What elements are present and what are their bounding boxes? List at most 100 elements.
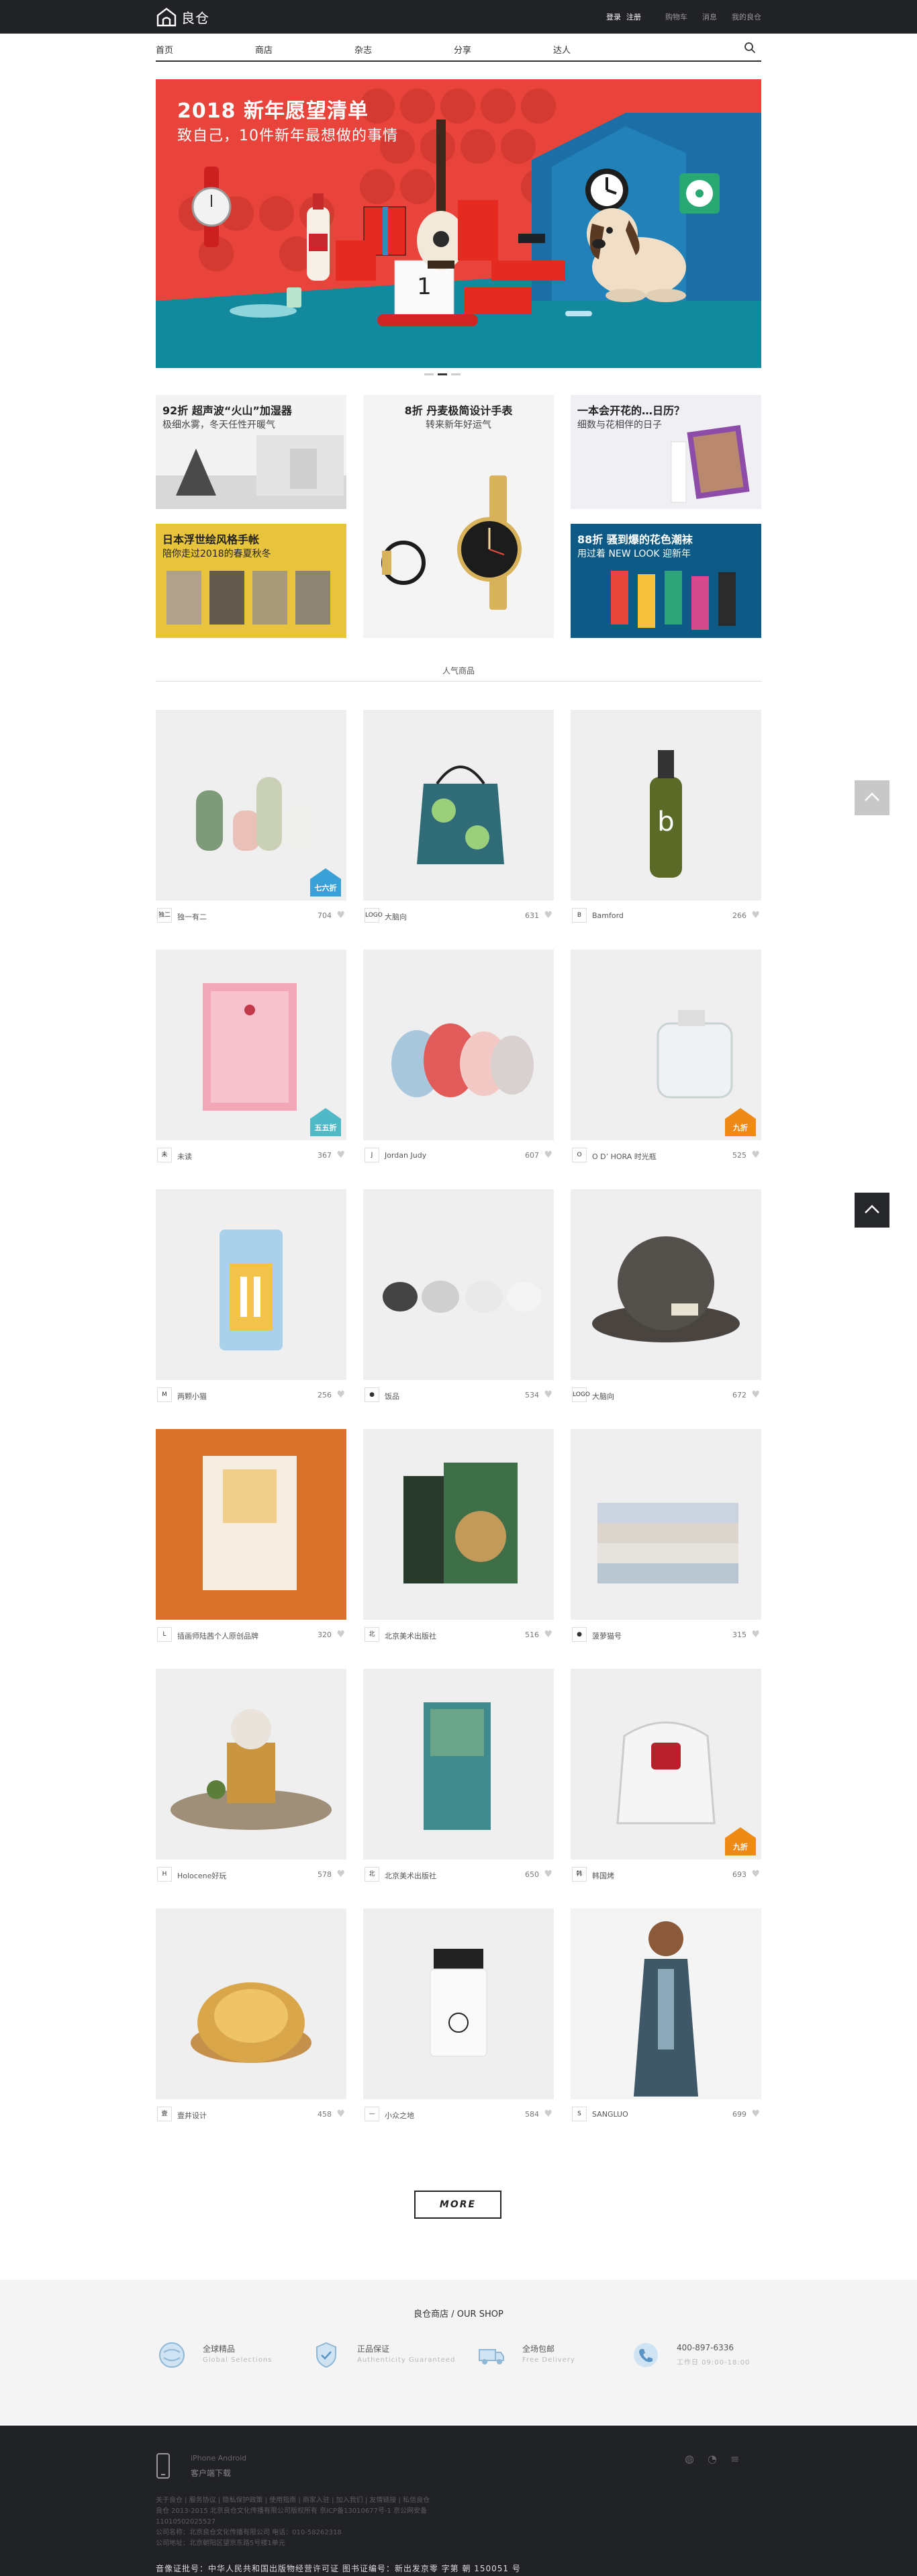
brand-name[interactable]: 饭品	[385, 1391, 399, 1401]
product-image[interactable]	[363, 1908, 554, 2099]
brand-logo[interactable]: 北	[365, 1867, 379, 1882]
brand-logo[interactable]: L	[157, 1627, 172, 1642]
heart-icon[interactable]: ♥	[751, 1150, 760, 1160]
brand-logo[interactable]: LOGO	[572, 1387, 590, 1402]
brand-name[interactable]: 独一有二	[177, 911, 207, 922]
product-card[interactable]: 北 北京美术出版社 516 ♥	[363, 1429, 554, 1644]
product-card[interactable]: L 插画师陆茜个人原创品牌 320 ♥	[156, 1429, 346, 1644]
brand-logo[interactable]: ●	[572, 1627, 587, 1642]
product-image[interactable]	[363, 950, 554, 1140]
brand-logo[interactable]: 北	[365, 1627, 379, 1642]
brand-name[interactable]: O D’ HORA 时光瓶	[592, 1151, 657, 1162]
wechat-icon[interactable]: ◔	[708, 2452, 717, 2465]
hero-banner[interactable]: 1 2018 新年愿望清单 致自己，10件新年最想做的事情	[156, 79, 761, 368]
brand-name[interactable]: 壹井设计	[177, 2110, 207, 2121]
brand-logo[interactable]: 壹	[157, 2107, 172, 2121]
footer-line[interactable]: 关于良仓 | 服务协议 | 隐私保护政策 | 使用指南 | 商家入驻 | 加入我…	[156, 2495, 572, 2506]
site-logo[interactable]: 良仓	[156, 7, 209, 27]
brand-name[interactable]: 北京美术出版社	[385, 1870, 436, 1881]
product-image[interactable]: 九折	[571, 950, 761, 1140]
banner-dot[interactable]	[451, 373, 461, 375]
heart-icon[interactable]: ♥	[336, 1150, 345, 1160]
brand-name[interactable]: 未读	[177, 1151, 192, 1162]
heart-icon[interactable]: ♥	[751, 910, 760, 921]
heart-icon[interactable]: ♥	[751, 1389, 760, 1400]
banner-dot[interactable]	[424, 373, 434, 375]
brand-name[interactable]: 插画师陆茜个人原创品牌	[177, 1630, 258, 1641]
product-image[interactable]	[571, 1429, 761, 1620]
search-icon[interactable]	[744, 42, 756, 54]
brand-logo[interactable]: ●	[365, 1387, 379, 1402]
nav-item-experts[interactable]: 达人	[553, 43, 571, 56]
heart-icon[interactable]: ♥	[544, 910, 552, 921]
brand-name[interactable]: Holocene好玩	[177, 1870, 226, 1881]
heart-icon[interactable]: ♥	[751, 2109, 760, 2119]
nav-item-share[interactable]: 分享	[454, 43, 471, 56]
product-card[interactable]: H Holocene好玩 578 ♥	[156, 1669, 346, 1884]
nav-item-home[interactable]: 首页	[156, 43, 173, 56]
product-card[interactable]: 五五折 未 未读 367 ♥	[156, 950, 346, 1164]
product-image[interactable]	[571, 1908, 761, 2099]
product-image[interactable]	[156, 1908, 346, 2099]
more-button[interactable]: MORE	[414, 2191, 501, 2219]
product-image[interactable]	[156, 1429, 346, 1620]
brand-name[interactable]: 两颗小猫	[177, 1391, 207, 1401]
brand-logo[interactable]: J	[365, 1148, 379, 1162]
product-card[interactable]: S SANGLUO 699 ♥	[571, 1908, 761, 2123]
product-card[interactable]: 九折 O O D’ HORA 时光瓶 525 ♥	[571, 950, 761, 1164]
brand-logo[interactable]: B	[572, 908, 587, 923]
promo-watch[interactable]: 8折 丹麦极简设计手表 转来新年好运气	[363, 395, 554, 638]
brand-name[interactable]: 大脑向	[592, 1391, 614, 1401]
messages-link[interactable]: 消息	[702, 11, 717, 22]
banner-dot-active[interactable]	[438, 373, 447, 375]
brand-name[interactable]: 菠萝猫号	[592, 1630, 622, 1641]
heart-icon[interactable]: ♥	[544, 1150, 552, 1160]
brand-logo[interactable]: M	[157, 1387, 172, 1402]
nav-item-shop[interactable]: 商店	[255, 43, 273, 56]
product-card[interactable]: 壹 壹井设计 458 ♥	[156, 1908, 346, 2123]
product-card[interactable]: M 两颗小猫 256 ♥	[156, 1189, 346, 1404]
brand-name[interactable]: 大脑向	[385, 911, 407, 922]
promo-calendar[interactable]: 一本会开花的…日历？ 细数与花相伴的日子	[571, 395, 761, 509]
back-to-top-button[interactable]	[855, 1193, 889, 1228]
product-image[interactable]	[156, 1669, 346, 1859]
heart-icon[interactable]: ♥	[336, 1869, 345, 1880]
heart-icon[interactable]: ♥	[336, 1629, 345, 1640]
brand-logo[interactable]: —	[365, 2107, 379, 2121]
heart-icon[interactable]: ♥	[544, 1389, 552, 1400]
product-card[interactable]: 七六折 独二 独一有二 704 ♥	[156, 710, 346, 925]
brand-logo[interactable]: LOGO	[365, 908, 383, 923]
heart-icon[interactable]: ♥	[751, 1869, 760, 1880]
product-image[interactable]	[363, 1669, 554, 1859]
heart-icon[interactable]: ♥	[751, 1629, 760, 1640]
product-image[interactable]	[363, 710, 554, 901]
heart-icon[interactable]: ♥	[544, 2109, 552, 2119]
brand-logo[interactable]: 未	[157, 1148, 172, 1162]
heart-icon[interactable]: ♥	[544, 1629, 552, 1640]
scroll-up-button[interactable]	[855, 780, 889, 815]
brand-logo[interactable]: H	[157, 1867, 172, 1882]
heart-icon[interactable]: ♥	[336, 910, 345, 921]
product-card[interactable]: ● 饭品 534 ♥	[363, 1189, 554, 1404]
product-image[interactable]: 七六折	[156, 710, 346, 901]
product-card[interactable]: LOGO 大脑向 672 ♥	[571, 1189, 761, 1404]
login-link[interactable]: 登录	[606, 11, 621, 22]
app-download-label[interactable]: 客户端下载	[191, 2467, 231, 2479]
product-image[interactable]: 五五折	[156, 950, 346, 1140]
heart-icon[interactable]: ♥	[336, 1389, 345, 1400]
product-image[interactable]	[363, 1429, 554, 1620]
product-image[interactable]	[571, 1189, 761, 1380]
my-liangcang-link[interactable]: 我的良仓	[732, 11, 761, 22]
hotline-number[interactable]: 400-897-6336	[677, 2343, 734, 2352]
weibo-icon[interactable]: ◍	[685, 2452, 694, 2465]
promo-socks[interactable]: 88折 骚到爆的花色潮袜 用过着 NEW LOOK 迎新年	[571, 524, 761, 638]
nav-item-magazine[interactable]: 杂志	[354, 43, 372, 56]
brand-logo[interactable]: S	[572, 2107, 587, 2121]
brand-name[interactable]: Jordan Judy	[385, 1151, 426, 1160]
brand-name[interactable]: 韩国烤	[592, 1870, 614, 1881]
product-card[interactable]: 北 北京美术出版社 650 ♥	[363, 1669, 554, 1884]
brand-logo[interactable]: 韩	[572, 1867, 587, 1882]
product-card[interactable]: — 小众之地 584 ♥	[363, 1908, 554, 2123]
brand-logo[interactable]: O	[572, 1148, 587, 1162]
register-link[interactable]: 注册	[626, 11, 641, 22]
